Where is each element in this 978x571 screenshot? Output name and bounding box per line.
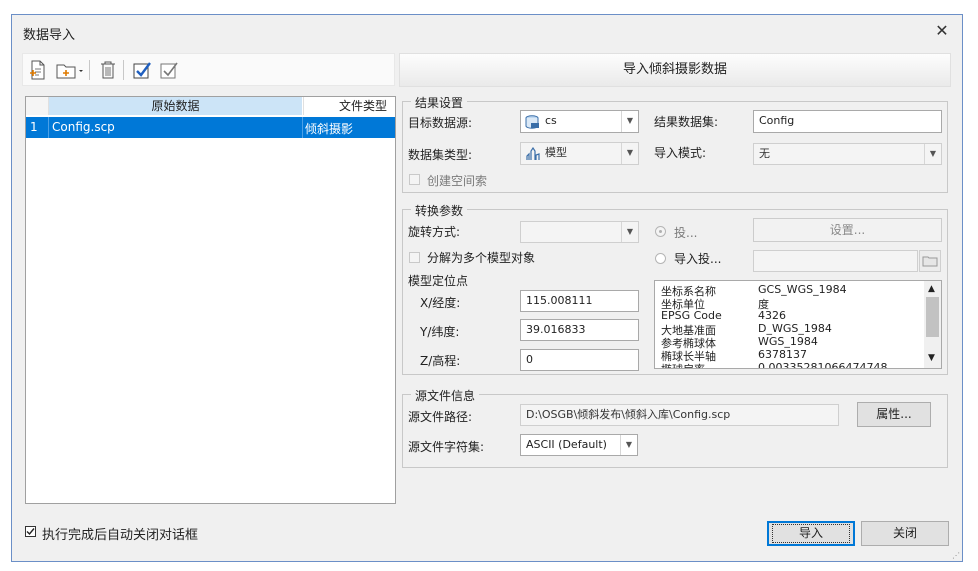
add-file-icon[interactable] xyxy=(27,59,49,81)
file-toolbar xyxy=(22,53,395,86)
dialog-title: 数据导入 xyxy=(23,28,76,43)
rotation-select[interactable]: ▼ xyxy=(520,221,639,243)
coord-key: 椭球扁率 xyxy=(661,361,705,368)
resize-grip-icon[interactable]: ⋰ xyxy=(952,551,960,560)
chevron-down-icon[interactable]: ▼ xyxy=(621,143,638,164)
y-input[interactable]: 39.016833 xyxy=(520,319,639,341)
x-input[interactable]: 115.008111 xyxy=(520,290,639,312)
row-divider xyxy=(48,117,49,138)
x-label: X/经度: xyxy=(420,296,461,310)
result-settings-title: 结果设置 xyxy=(411,94,468,111)
target-datasource-label: 目标数据源: xyxy=(408,116,473,130)
import-mode-value: 无 xyxy=(759,147,770,160)
model-position-label: 模型定位点 xyxy=(408,274,469,288)
import-projection-radio[interactable] xyxy=(655,253,666,264)
auto-close-label: 执行完成后自动关闭对话框 xyxy=(42,528,199,543)
conversion-params-title: 转换参数 xyxy=(411,202,468,219)
split-model-label: 分解为多个模型对象 xyxy=(427,251,536,265)
chevron-down-icon[interactable]: ▼ xyxy=(621,222,638,242)
info-scrollbar[interactable]: ▲ ▼ xyxy=(924,281,941,368)
invert-selection-icon[interactable] xyxy=(158,59,180,81)
result-dataset-input[interactable]: Config xyxy=(753,110,942,133)
delete-icon[interactable] xyxy=(97,59,119,81)
chevron-down-icon[interactable]: ▼ xyxy=(620,435,637,455)
z-input[interactable]: 0 xyxy=(520,349,639,371)
row-index: 1 xyxy=(30,120,38,134)
datasource-icon xyxy=(525,115,540,129)
settings-button[interactable]: 设置... xyxy=(753,218,942,242)
spatial-index-label: 创建空间索 xyxy=(427,174,488,188)
y-label: Y/纬度: xyxy=(420,325,460,339)
import-projection-label: 导入投... xyxy=(674,252,722,266)
coord-value: 0.00335281066474748 xyxy=(758,361,888,369)
charset-select[interactable]: ASCII (Default) ▼ xyxy=(520,434,638,456)
title-bar: 数据导入 ✕ xyxy=(12,15,962,49)
projection-file-input[interactable] xyxy=(753,250,918,272)
list-header-index xyxy=(26,97,49,115)
row-divider xyxy=(302,117,303,138)
import-button[interactable]: 导入 xyxy=(767,521,855,546)
import-type-header: 导入倾斜摄影数据 xyxy=(399,53,951,87)
auto-close-checkbox[interactable] xyxy=(25,526,36,537)
model-icon xyxy=(526,146,540,161)
coord-value: 4326 xyxy=(758,309,786,322)
coord-value: GCS_WGS_1984 xyxy=(758,283,847,296)
result-dataset-label: 结果数据集: xyxy=(654,115,719,129)
scroll-up-icon[interactable]: ▲ xyxy=(928,284,935,294)
coord-key: EPSG Code xyxy=(661,309,722,322)
import-button-label: 导入 xyxy=(771,524,850,543)
target-datasource-select[interactable]: cs ▼ xyxy=(520,110,639,133)
charset-value: ASCII (Default) xyxy=(526,438,607,451)
list-header-type[interactable]: 文件类型 xyxy=(303,97,395,115)
row-file-name: Config.scp xyxy=(52,120,115,134)
toolbar-separator xyxy=(89,60,90,80)
close-icon[interactable]: ✕ xyxy=(932,21,952,41)
scrollbar-thumb[interactable] xyxy=(926,297,939,337)
import-mode-label: 导入模式: xyxy=(654,146,707,160)
list-header-source[interactable]: 原始数据 xyxy=(49,97,302,115)
table-row[interactable]: 1 Config.scp 倾斜摄影 xyxy=(26,117,395,138)
coord-value: 6378137 xyxy=(758,348,807,361)
dataset-type-select[interactable]: 模型 ▼ xyxy=(520,142,639,165)
coordinate-info-box[interactable]: 坐标系名称 GCS_WGS_1984 坐标单位 度 EPSG Code 4326… xyxy=(654,280,942,369)
projection-radio[interactable] xyxy=(655,226,666,237)
data-import-dialog: 数据导入 ✕ 导入倾斜摄影数据 原始数据 文件类型 1 Config.scp 倾… xyxy=(11,14,963,562)
target-datasource-value: cs xyxy=(545,114,557,127)
radio-dot xyxy=(659,230,662,233)
z-label: Z/高程: xyxy=(420,354,461,368)
toolbar-separator xyxy=(123,60,124,80)
row-file-type: 倾斜摄影 xyxy=(305,122,354,136)
chevron-down-icon[interactable]: ▼ xyxy=(621,111,638,132)
properties-button[interactable]: 属性... xyxy=(857,402,931,427)
charset-label: 源文件字符集: xyxy=(408,440,485,454)
source-path-label: 源文件路径: xyxy=(408,410,473,424)
import-mode-select[interactable]: 无 ▼ xyxy=(753,143,942,165)
split-model-checkbox[interactable] xyxy=(409,252,420,263)
chevron-down-icon[interactable]: ▼ xyxy=(924,144,941,164)
close-button[interactable]: 关闭 xyxy=(861,521,949,546)
source-path-input[interactable]: D:\OSGB\倾斜发布\倾斜入库\Config.scp xyxy=(520,404,839,426)
coord-value: WGS_1984 xyxy=(758,335,818,348)
add-folder-icon[interactable] xyxy=(55,59,85,81)
rotation-label: 旋转方式: xyxy=(408,225,461,239)
source-info-title: 源文件信息 xyxy=(411,387,480,404)
dataset-type-value: 模型 xyxy=(545,146,567,159)
folder-browse-icon[interactable] xyxy=(919,250,941,272)
dataset-type-label: 数据集类型: xyxy=(408,148,473,162)
source-file-list[interactable]: 原始数据 文件类型 1 Config.scp 倾斜摄影 xyxy=(25,96,396,504)
select-all-icon[interactable] xyxy=(131,59,153,81)
projection-radio-label: 投... xyxy=(674,226,698,240)
spatial-index-checkbox[interactable] xyxy=(409,174,420,185)
coord-value: D_WGS_1984 xyxy=(758,322,832,335)
scroll-down-icon[interactable]: ▼ xyxy=(928,353,935,363)
